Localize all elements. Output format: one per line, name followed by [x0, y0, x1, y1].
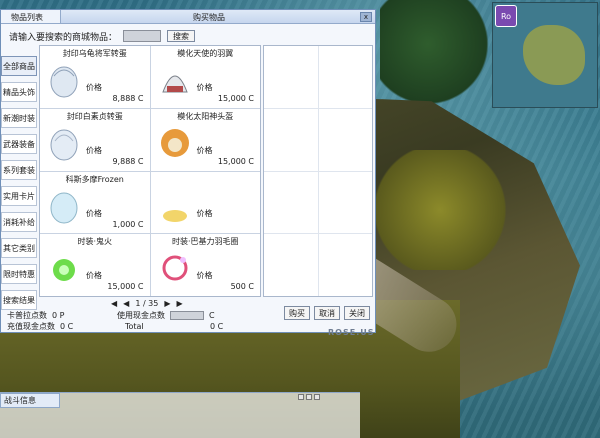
item-card[interactable]: 价格 — [150, 171, 260, 234]
use-cash-label: 使用现金点数 — [117, 311, 165, 320]
close-button[interactable]: 关闭 — [344, 306, 370, 320]
item-card[interactable]: 时装·鬼火 价格 15,000 C — [40, 234, 150, 296]
total-value: 0 C — [210, 322, 224, 331]
price-label: 价格 — [196, 271, 213, 281]
item-card[interactable]: 模化天使的羽翼 价格 15,000 C — [150, 46, 260, 108]
item-price: 1,000 C — [112, 219, 144, 229]
item-price: 8,888 C — [112, 94, 144, 103]
shop-titlebar[interactable]: 物品列表 购买物品 x — [1, 10, 375, 24]
brand-logo: ROSE.US — [328, 328, 375, 337]
price-label: 价格 — [86, 208, 102, 218]
next-page-icon[interactable]: ▶ — [164, 299, 170, 308]
cart-slot[interactable] — [318, 46, 372, 108]
category-cards[interactable]: 实用卡片 — [1, 186, 37, 206]
minimap[interactable]: Ro — [492, 2, 598, 108]
cancel-button[interactable]: 取消 — [314, 306, 340, 320]
control-icon[interactable] — [306, 394, 312, 400]
tab-item-list[interactable]: 物品列表 — [1, 10, 61, 23]
tree-canopy — [380, 0, 500, 110]
category-weapons[interactable]: 武器装备 — [1, 134, 37, 154]
cash-points-value: 0 C — [60, 322, 74, 331]
cart-slot[interactable] — [264, 46, 318, 108]
cart-slot[interactable] — [264, 171, 318, 234]
search-input[interactable] — [123, 30, 162, 42]
grass-patch — [370, 150, 510, 270]
control-icon[interactable] — [298, 394, 304, 400]
ghost-fire-icon — [53, 259, 75, 282]
price-label: 价格 — [196, 208, 213, 218]
item-price: 15,000 C — [217, 94, 254, 103]
price-label: 价格 — [86, 83, 102, 92]
shop-title: 购买物品 — [193, 13, 225, 22]
item-price: 15,000 C — [217, 156, 254, 166]
battle-info-title: 战斗信息 — [0, 393, 60, 408]
white-egg-icon — [50, 129, 78, 161]
turtle-egg-icon — [50, 66, 78, 98]
cart-slot[interactable] — [318, 171, 372, 234]
game-scene: Ro 物品列表 购买物品 x 请输入要搜索的商城物品： 搜索 全部商品 精品头饰… — [0, 0, 600, 438]
first-page-icon[interactable]: ◀ — [111, 299, 117, 308]
category-all[interactable]: 全部商品 — [1, 56, 37, 76]
item-price: 500 C — [230, 282, 254, 292]
yellow-item-icon — [162, 209, 187, 222]
cart-slot[interactable] — [318, 108, 372, 171]
category-limited[interactable]: 限时特惠 — [1, 264, 37, 284]
cart-panel[interactable] — [263, 45, 373, 297]
category-headgear[interactable]: 精品头饰 — [1, 82, 37, 102]
cart-slot[interactable] — [264, 234, 318, 296]
minimap-badge-icon[interactable]: Ro — [495, 5, 517, 27]
category-costume[interactable]: 新潮时装 — [1, 108, 37, 128]
kafra-points-label: 卡普拉点数 — [7, 311, 47, 320]
item-price: 9,888 C — [112, 156, 144, 166]
price-label: 价格 — [86, 145, 102, 155]
category-search-results[interactable]: 搜索结果 — [1, 290, 37, 310]
feather-ring-icon — [162, 255, 187, 281]
item-card[interactable]: 封印白素贞转蛋 价格 9,888 C — [40, 108, 150, 171]
close-icon[interactable]: x — [360, 12, 372, 22]
search-button[interactable]: 搜索 — [167, 30, 196, 42]
price-label: 价格 — [196, 83, 213, 92]
pagination: ◀ ◀ 1 / 35 ▶ ▶ — [111, 299, 183, 308]
buy-button[interactable]: 购买 — [284, 306, 310, 320]
item-card[interactable]: 时装·巴基力羽毛圈 价格 500 C — [150, 234, 260, 296]
battle-window-controls — [298, 394, 320, 400]
price-label: 价格 — [196, 145, 213, 155]
price-label: 价格 — [86, 271, 102, 281]
category-sidebar: 全部商品 精品头饰 新潮时装 武器装备 系列套装 实用卡片 消耗补给 其它类别 … — [1, 56, 37, 316]
use-cash-input[interactable] — [170, 311, 204, 320]
item-card[interactable]: 封印乌龟将军转蛋 价格 8,888 C — [40, 46, 150, 108]
category-consumables[interactable]: 消耗补给 — [1, 212, 37, 232]
category-sets[interactable]: 系列套装 — [1, 160, 37, 180]
total-label: Total — [125, 322, 144, 331]
prev-page-icon[interactable]: ◀ — [123, 299, 129, 308]
frozen-egg-icon — [50, 192, 78, 223]
cart-slot[interactable] — [264, 108, 318, 171]
page-indicator: 1 / 35 — [135, 299, 159, 308]
item-card[interactable]: 科斯多摩Frozen 价格 1,000 C — [40, 171, 150, 234]
sun-helmet-icon — [160, 128, 189, 157]
category-other[interactable]: 其它类别 — [1, 238, 37, 258]
search-label: 请输入要搜索的商城物品： — [9, 32, 118, 43]
item-grid: 封印乌龟将军转蛋 价格 8,888 C 模化天使的羽翼 价格 15,000 C … — [39, 45, 261, 297]
item-price: 15,000 C — [107, 282, 144, 292]
item-card[interactable]: 模化太阳神头盔 价格 15,000 C — [150, 108, 260, 171]
kafra-points-value: 0 P — [52, 311, 65, 320]
use-cash-unit: C — [209, 311, 215, 320]
shop-window: 物品列表 购买物品 x 请输入要搜索的商城物品： 搜索 全部商品 精品头饰 新潮… — [0, 9, 376, 337]
cart-slot[interactable] — [318, 234, 372, 296]
cash-points-label: 充值现金点数 — [7, 322, 55, 331]
last-page-icon[interactable]: ▶ — [177, 299, 183, 308]
angel-wings-icon — [161, 75, 188, 93]
minimap-island — [523, 25, 585, 85]
control-icon[interactable] — [314, 394, 320, 400]
